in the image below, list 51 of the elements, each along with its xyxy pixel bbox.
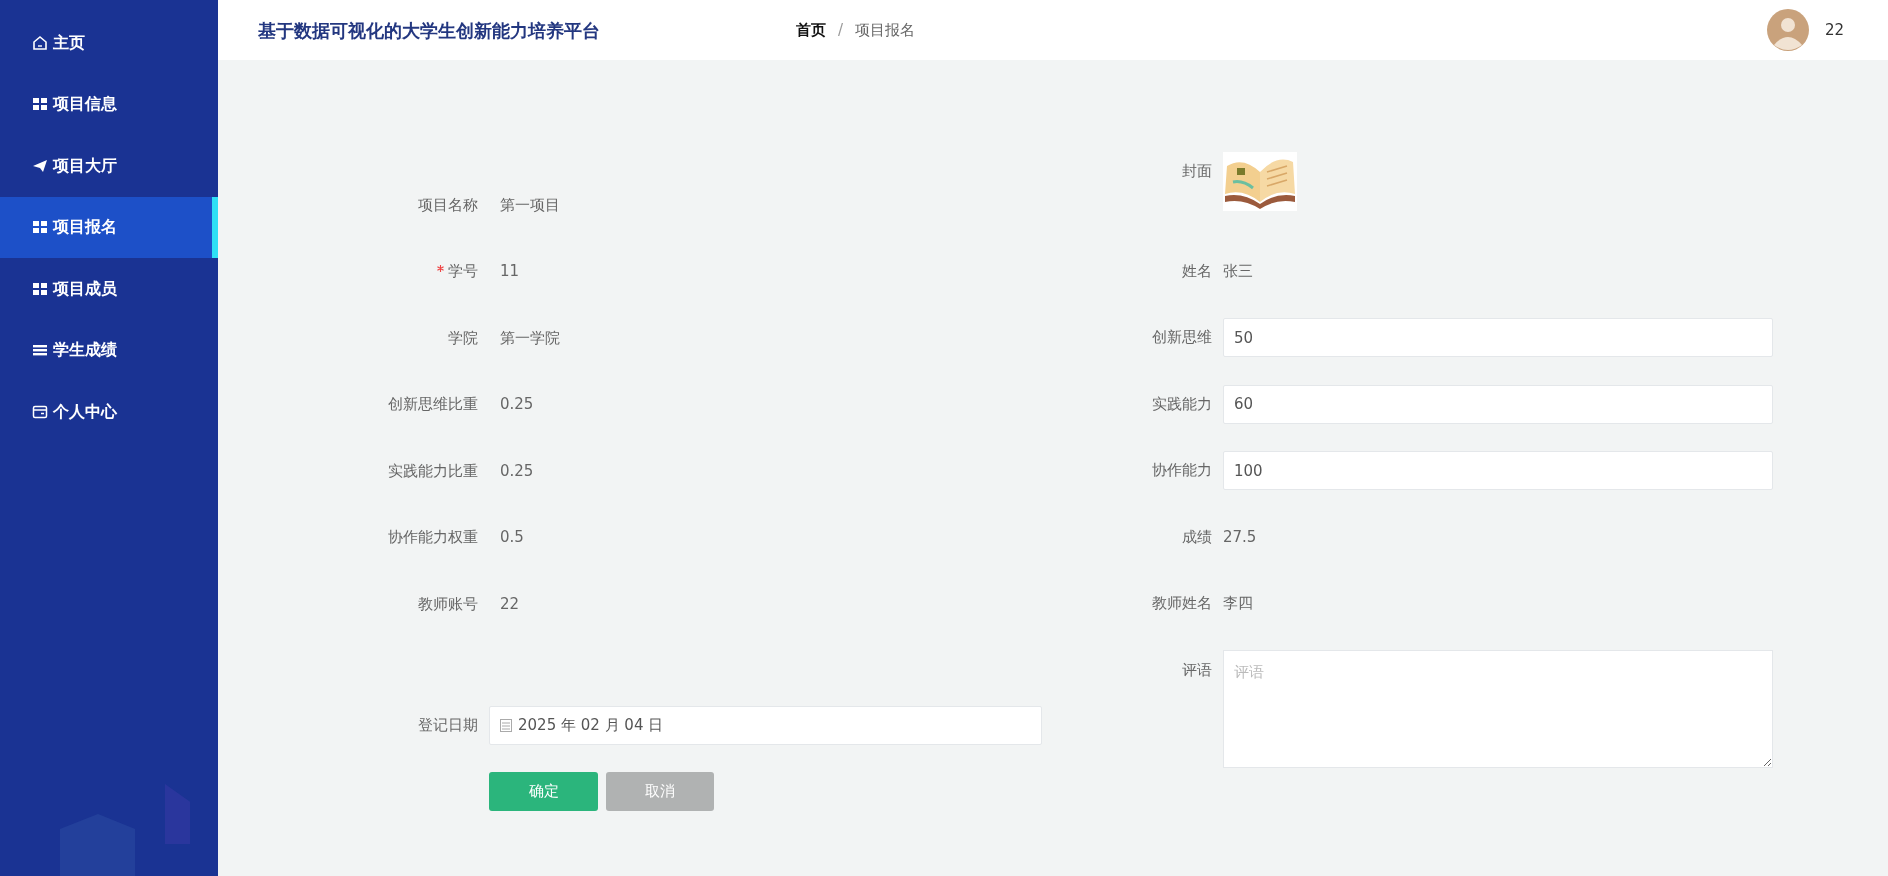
- input-field[interactable]: 50: [1223, 318, 1773, 357]
- field-label: 姓名: [1182, 261, 1212, 280]
- grid-icon: [32, 219, 48, 236]
- field-label: 封面: [1182, 162, 1212, 180]
- input-field[interactable]: 100: [1223, 451, 1773, 490]
- field-value: 第一项目: [500, 194, 560, 216]
- field-label: 协作能力: [1152, 461, 1212, 480]
- field-value: 第一学院: [500, 327, 560, 349]
- field-label: 实践能力: [1152, 394, 1212, 413]
- sidebar-item[interactable]: 学生成绩: [0, 319, 218, 381]
- field-label: 成绩: [1182, 527, 1212, 546]
- field-value: 22: [500, 593, 520, 615]
- field-label: 协作能力权重: [388, 528, 478, 547]
- field-value: 11: [500, 261, 520, 283]
- field-label: 教师姓名: [1152, 594, 1212, 613]
- breadcrumb-item[interactable]: 首页: [796, 18, 826, 42]
- user-name: 22: [1824, 19, 1844, 41]
- field-value: 0.25: [500, 460, 534, 482]
- paper-plane-icon: [32, 157, 48, 174]
- app-title: 基于数据可视化的大学生创新能力培养平台: [258, 18, 601, 43]
- field-value: 0.25: [500, 394, 534, 416]
- field-label: 学院: [448, 328, 478, 347]
- field-value: 27.5: [1223, 526, 1257, 548]
- field-value: 李四: [1223, 593, 1253, 615]
- home-icon: [32, 34, 48, 51]
- field-label: 教师账号: [418, 594, 478, 613]
- sidebar-item[interactable]: 项目大厅: [0, 135, 218, 197]
- field-label: 项目名称: [418, 195, 478, 214]
- field-label: 评语: [1182, 661, 1212, 679]
- avatar[interactable]: [1766, 9, 1809, 51]
- breadcrumb-item: 项目报名: [855, 19, 916, 41]
- field-label: 登记日期: [418, 715, 478, 734]
- field-label: 实践能力比重: [388, 461, 478, 480]
- breadcrumb-separator: /: [837, 19, 845, 41]
- input-field[interactable]: 60: [1223, 384, 1773, 424]
- sidebar-item[interactable]: 项目信息: [0, 73, 218, 135]
- card-icon: [32, 403, 48, 420]
- text-area[interactable]: 评语: [1223, 650, 1773, 768]
- field-value: 张三: [1223, 260, 1253, 282]
- grid-icon: [32, 280, 48, 297]
- calendar-icon: [500, 718, 512, 732]
- sidebar-item[interactable]: 项目成员: [0, 258, 218, 320]
- sidebar-item[interactable]: 个人中心: [0, 381, 218, 443]
- field-label: 创新思维比重: [388, 395, 478, 414]
- field-label: 学号: [448, 262, 478, 281]
- field-value: 0.5: [500, 527, 524, 549]
- date-field[interactable]: 2025 年 02 月 04 日: [489, 705, 1042, 745]
- field-label: 创新思维: [1152, 328, 1212, 347]
- grid-icon: [32, 96, 48, 113]
- sidebar-item[interactable]: 项目报名: [0, 196, 218, 258]
- sidebar-item[interactable]: 主页: [0, 12, 218, 74]
